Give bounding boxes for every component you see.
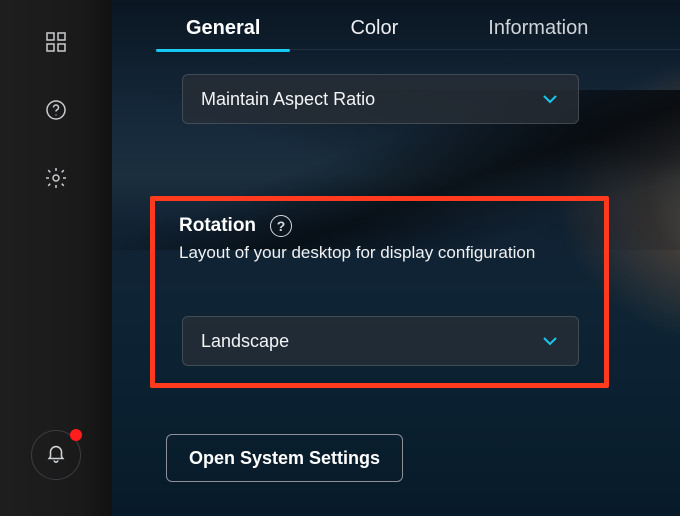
rotation-help-icon[interactable]: ? [270,215,292,237]
scaling-dropdown-value: Maintain Aspect Ratio [201,89,375,110]
rotation-description: Layout of your desktop for display confi… [179,243,580,263]
open-system-settings-label: Open System Settings [189,448,380,469]
main-panel: General Color Information Maintain Aspec… [112,0,680,516]
tab-general[interactable]: General [186,17,260,50]
grid-icon[interactable] [42,28,70,56]
bell-icon [45,442,67,469]
notification-dot [70,429,82,441]
rotation-title: Rotation [179,215,256,237]
tab-color[interactable]: Color [350,17,398,50]
scaling-dropdown[interactable]: Maintain Aspect Ratio [182,74,579,124]
help-icon[interactable] [42,96,70,124]
open-system-settings-button[interactable]: Open System Settings [166,434,403,482]
tabs: General Color Information [112,0,680,50]
sidebar [0,0,112,516]
tab-divider [154,49,680,50]
tab-information[interactable]: Information [488,17,588,50]
rotation-dropdown[interactable]: Landscape [182,316,579,366]
gear-icon[interactable] [42,164,70,192]
rotation-dropdown-value: Landscape [201,331,289,352]
notifications-button[interactable] [31,430,81,480]
chevron-down-icon [538,329,562,353]
chevron-down-icon [538,87,562,111]
